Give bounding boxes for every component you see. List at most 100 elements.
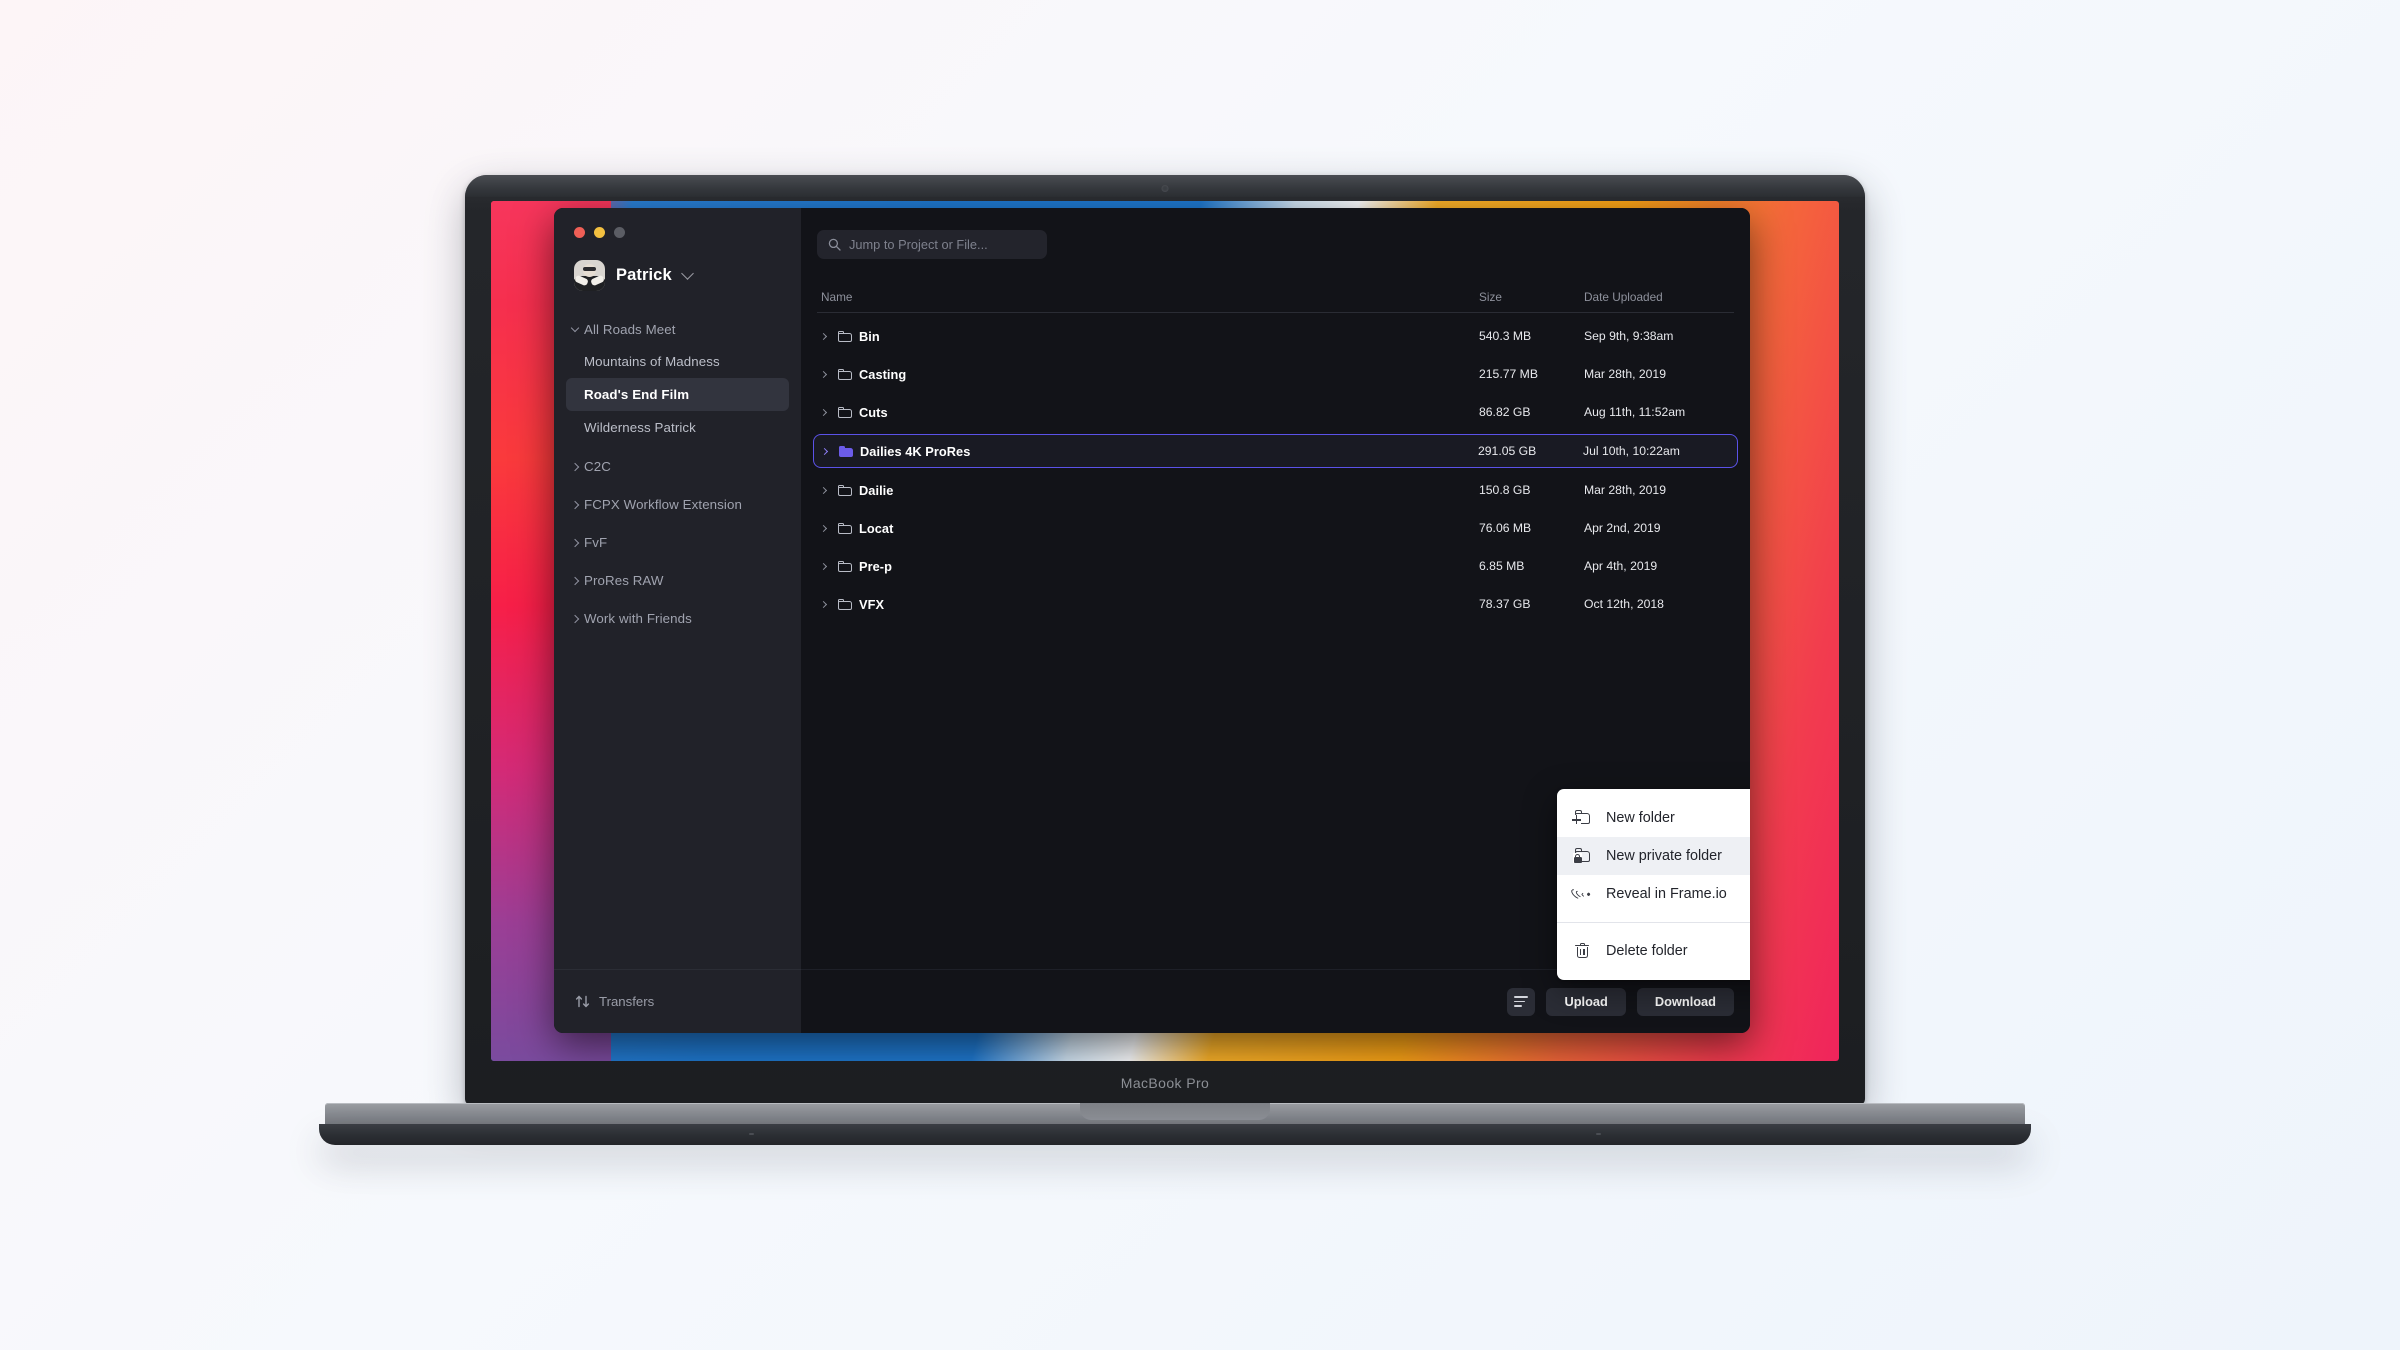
sidebar-item-wilderness-patrick[interactable]: Wilderness Patrick (566, 411, 789, 444)
row-date: Jul 10th, 10:22am (1583, 444, 1680, 458)
minimize-window-button[interactable] (594, 227, 605, 238)
menu-item-new-private-folder[interactable]: New private folder (1557, 837, 1750, 875)
table-row[interactable]: Pre-p 6.85 MB Apr 4th, 2019 (813, 550, 1738, 582)
menu-item-reveal-in-frameio[interactable]: Reveal in Frame.io (1557, 875, 1750, 913)
laptop-chin: MacBook Pro (465, 1061, 1865, 1105)
row-date: Apr 2nd, 2019 (1584, 521, 1661, 535)
list-view-icon[interactable] (1507, 987, 1536, 1016)
zoom-window-button[interactable] (614, 227, 625, 238)
device-model-label: MacBook Pro (1120, 1075, 1210, 1091)
sidebar-item-mountains-of-madness[interactable]: Mountains of Madness (566, 345, 789, 378)
folder-icon (838, 522, 852, 534)
sidebar-item-prores-raw[interactable]: ProRes RAW (566, 565, 789, 596)
laptop-base (319, 1103, 2031, 1145)
download-button[interactable]: Download (1636, 987, 1734, 1016)
row-name-cell: Bin (817, 329, 1479, 344)
search-bar-region: Jump to Project or File... (801, 208, 1750, 259)
close-window-button[interactable] (574, 227, 585, 238)
file-list: Bin 540.3 MB Sep 9th, 9:38am Casting 215… (801, 320, 1750, 620)
menu-item-delete-folder[interactable]: Delete folder (1557, 932, 1750, 970)
search-input[interactable]: Jump to Project or File... (817, 230, 1047, 259)
window-traffic-lights[interactable] (554, 208, 801, 238)
menu-item-new-folder[interactable]: New folder (1557, 799, 1750, 837)
search-placeholder: Jump to Project or File... (849, 237, 988, 252)
row-date: Mar 28th, 2019 (1584, 483, 1666, 497)
table-row[interactable]: Locat 76.06 MB Apr 2nd, 2019 (813, 512, 1738, 544)
chevron-right-icon[interactable] (566, 614, 584, 623)
transfers-label: Transfers (599, 994, 655, 1009)
expand-chevron-icon[interactable] (819, 332, 828, 340)
table-row[interactable]: Cuts 86.82 GB Aug 11th, 11:52am (813, 396, 1738, 428)
table-row[interactable]: Dailie 150.8 GB Mar 28th, 2019 (813, 474, 1738, 506)
row-name-cell: Dailie (817, 483, 1479, 498)
chevron-down-icon[interactable] (680, 267, 694, 280)
row-size: 150.8 GB (1479, 483, 1531, 497)
expand-chevron-icon[interactable] (819, 408, 828, 416)
chevron-right-icon[interactable] (566, 576, 584, 585)
row-date: Mar 28th, 2019 (1584, 367, 1666, 381)
row-name-cell: Locat (817, 521, 1479, 536)
folder-icon (838, 484, 852, 496)
table-row[interactable]: Bin 540.3 MB Sep 9th, 9:38am (813, 320, 1738, 352)
expand-chevron-icon[interactable] (820, 447, 829, 455)
table-header-divider (817, 312, 1734, 313)
row-size: 6.85 MB (1479, 559, 1525, 573)
expand-chevron-icon[interactable] (819, 600, 828, 608)
laptop-screen: Patrick All Roads Meet Mountains of Madn… (491, 201, 1839, 1061)
folder-icon (838, 406, 852, 418)
sidebar-item-all-roads-meet[interactable]: All Roads Meet (566, 314, 789, 345)
column-header-size[interactable]: Size (1479, 290, 1584, 304)
row-name-label: Dailie (859, 482, 894, 498)
row-name-label: Pre-p (859, 558, 892, 574)
transfers-button[interactable]: Transfers (554, 969, 801, 1033)
row-size: 215.77 MB (1479, 367, 1538, 381)
row-size: 291.05 GB (1478, 444, 1537, 458)
menu-item-label: Reveal in Frame.io (1606, 886, 1727, 902)
sidebar-item-fvf[interactable]: FvF (566, 527, 789, 558)
expand-chevron-icon[interactable] (819, 524, 828, 532)
sidebar-item-fcpx-workflow-extension[interactable]: FCPX Workflow Extension (566, 489, 789, 520)
expand-chevron-icon[interactable] (819, 486, 828, 494)
sidebar-item-label: Road's End Film (584, 387, 690, 402)
row-date: Sep 9th, 9:38am (1584, 329, 1674, 343)
row-name-cell: Casting (817, 367, 1479, 382)
folder-icon (838, 368, 852, 380)
column-header-name[interactable]: Name (817, 290, 1479, 304)
sidebar-item-label: ProRes RAW (584, 573, 664, 588)
expand-chevron-icon[interactable] (819, 562, 828, 570)
sidebar-item-roads-end-film[interactable]: Road's End Film (566, 378, 789, 411)
sidebar-item-work-with-friends[interactable]: Work with Friends (566, 603, 789, 634)
row-size: 86.82 GB (1479, 405, 1531, 419)
row-date: Oct 12th, 2018 (1584, 597, 1664, 611)
sidebar-item-label: FCPX Workflow Extension (584, 497, 742, 512)
table-row[interactable]: Casting 215.77 MB Mar 28th, 2019 (813, 358, 1738, 390)
account-name: Patrick (616, 266, 672, 284)
search-icon (828, 238, 841, 251)
folder-icon (839, 445, 853, 457)
sidebar-item-label: All Roads Meet (584, 322, 676, 337)
laptop-base-bottom (319, 1124, 2031, 1145)
sidebar-item-label: Work with Friends (584, 611, 692, 626)
frameio-transfer-app-window: Patrick All Roads Meet Mountains of Madn… (554, 208, 1750, 1033)
column-header-date-uploaded[interactable]: Date Uploaded (1584, 290, 1734, 304)
row-date: Apr 4th, 2019 (1584, 559, 1658, 573)
upload-button[interactable]: Upload (1546, 987, 1626, 1016)
transfers-arrows-icon (575, 995, 590, 1008)
sidebar-item-c2c[interactable]: C2C (566, 451, 789, 482)
chevron-right-icon[interactable] (566, 462, 584, 471)
table-row[interactable]: VFX 78.37 GB Oct 12th, 2018 (813, 588, 1738, 620)
project-nav-list: All Roads Meet Mountains of Madness Road… (554, 314, 801, 634)
sidebar-item-label: Mountains of Madness (584, 354, 720, 369)
row-date: Aug 11th, 11:52am (1584, 405, 1686, 419)
chevron-right-icon[interactable] (566, 500, 584, 509)
account-switcher[interactable]: Patrick (554, 238, 801, 291)
row-name-label: VFX (859, 596, 885, 612)
table-row-selected[interactable]: Dailies 4K ProRes 291.05 GB Jul 10th, 10… (813, 434, 1738, 468)
expand-chevron-icon[interactable] (819, 370, 828, 378)
table-header: Name Size Date Uploaded (801, 282, 1750, 304)
chevron-right-icon[interactable] (566, 538, 584, 547)
chevron-down-icon[interactable] (566, 323, 584, 334)
